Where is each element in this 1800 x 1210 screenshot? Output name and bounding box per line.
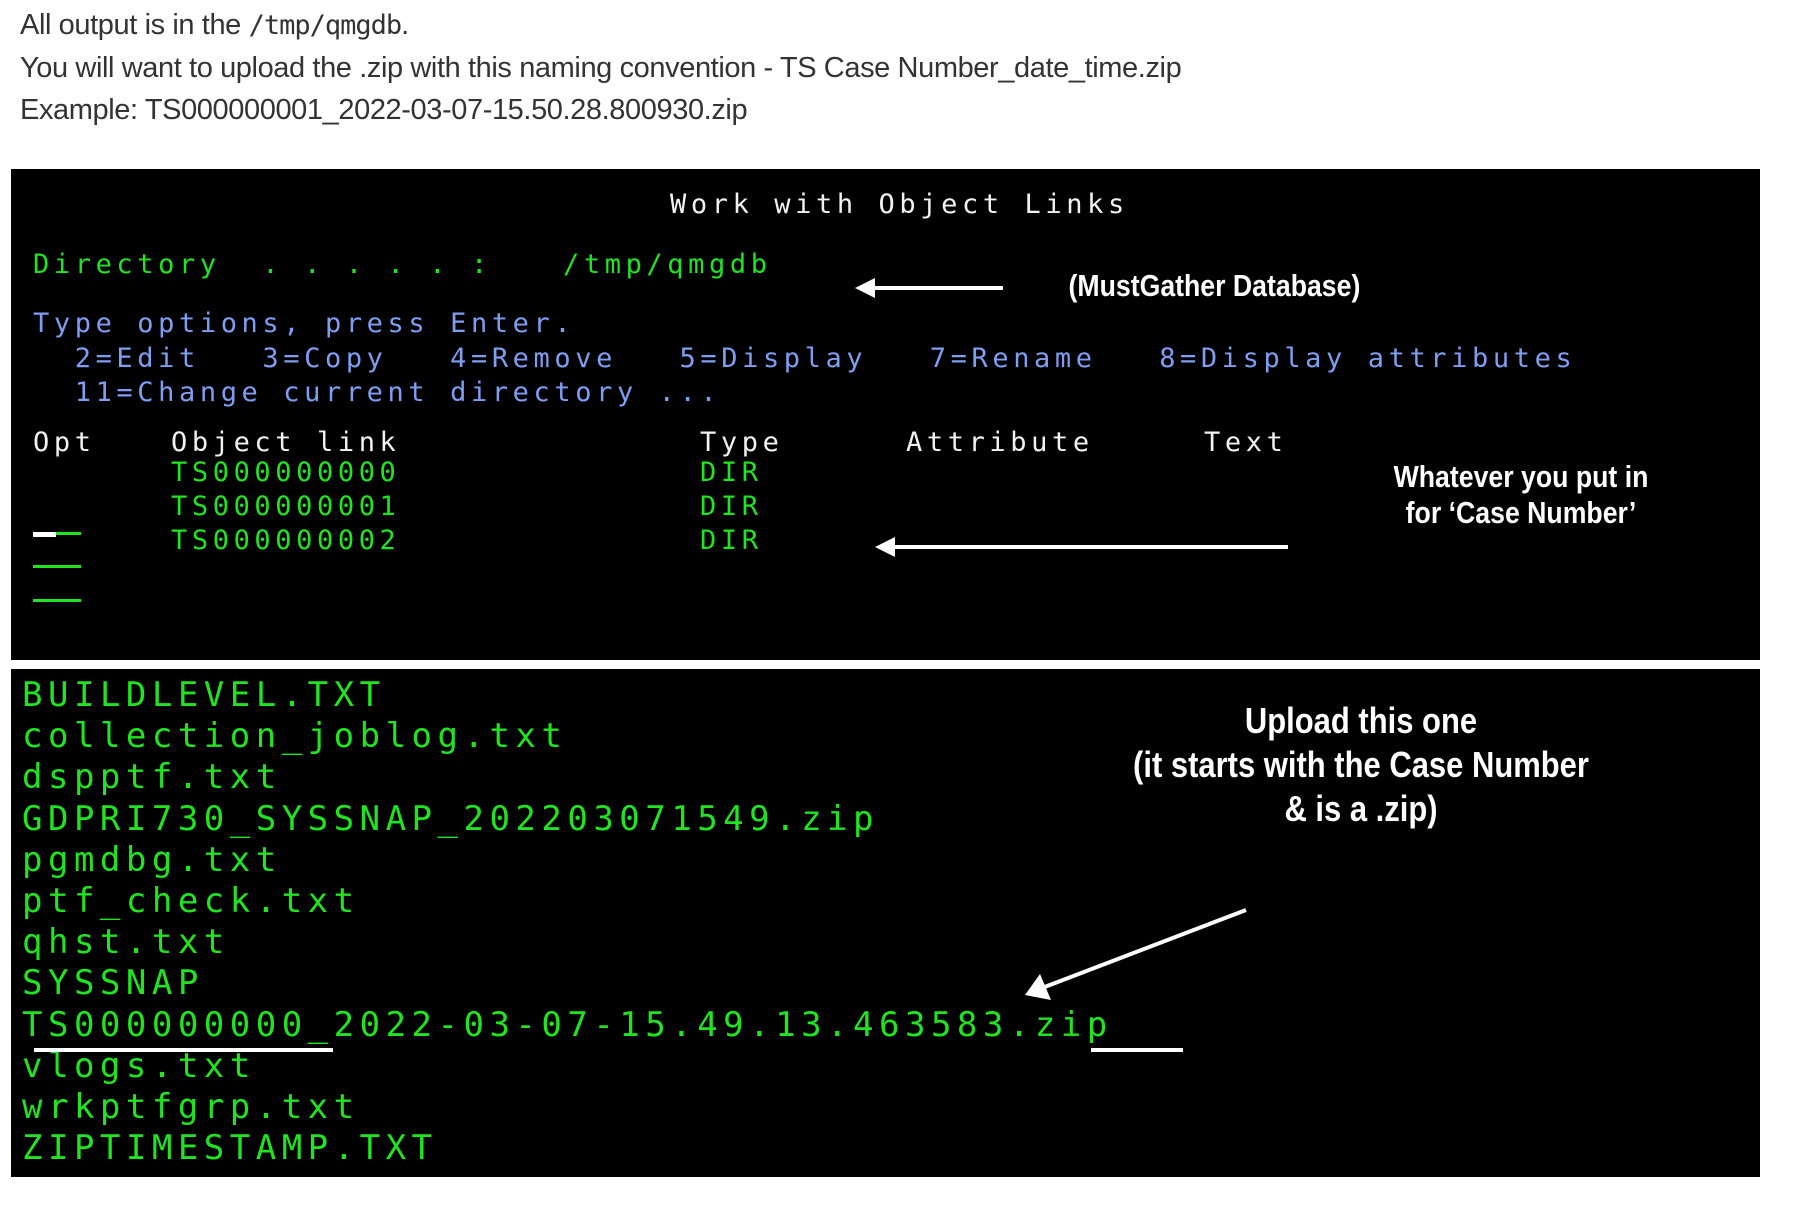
directory-arrow-icon: [855, 278, 1003, 298]
annotation-arrows: [855, 278, 1288, 1000]
case-number-arrow-icon: [875, 537, 1288, 557]
upload-arrow-icon: [1025, 908, 1247, 1000]
